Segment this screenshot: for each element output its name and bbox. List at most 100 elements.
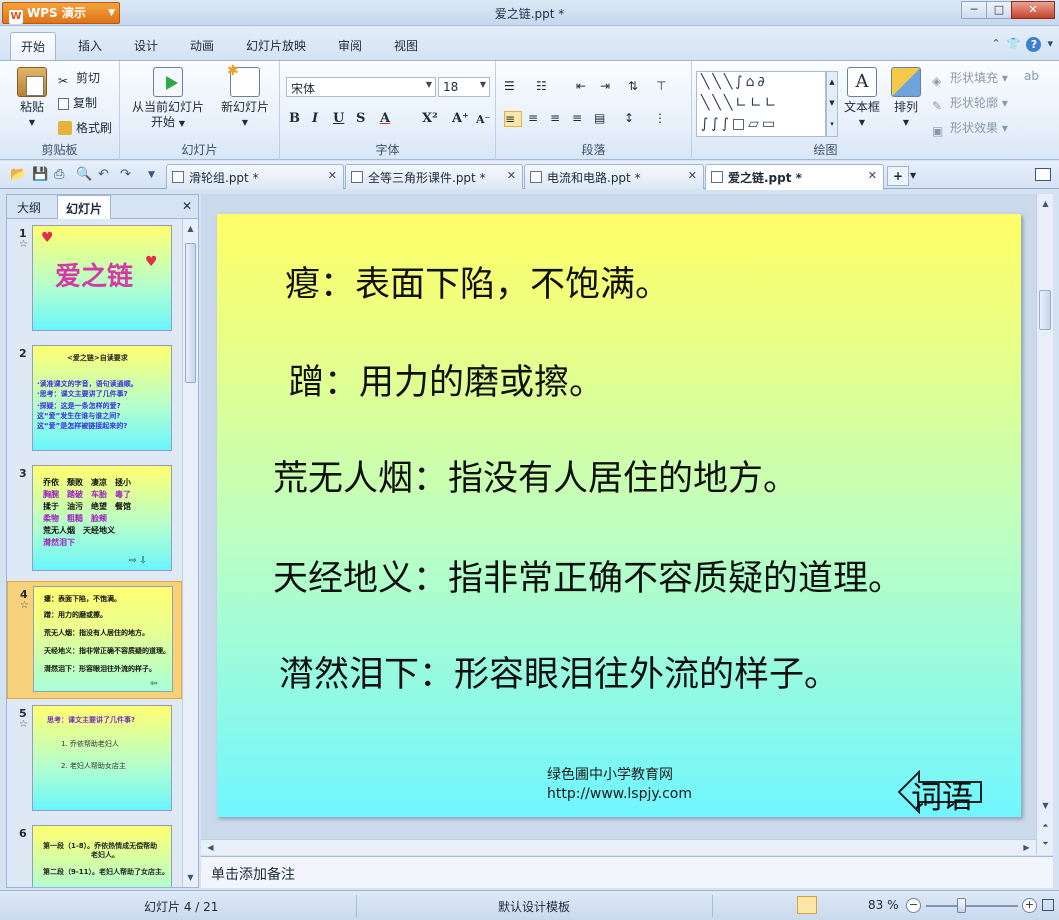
tab-view[interactable]: 视图	[394, 37, 418, 54]
scroll-right-icon[interactable]: ▶	[1019, 840, 1034, 855]
print-icon[interactable]: ⎙	[54, 167, 64, 182]
decrease-indent-icon[interactable]: ⇤	[576, 79, 594, 95]
vocab-nav-button[interactable]: 词语	[911, 772, 973, 817]
tab-animation[interactable]: 动画	[190, 37, 214, 54]
close-tab-icon[interactable]: ✕	[328, 169, 337, 182]
scroll-left-icon[interactable]: ◀	[203, 840, 218, 855]
text-shadow-button[interactable]: S	[356, 111, 365, 126]
collapse-ribbon-icon[interactable]: ⌃	[992, 37, 1001, 52]
zoom-slider-track[interactable]	[926, 905, 1018, 907]
normal-view-icon[interactable]	[797, 896, 817, 914]
shapes-gallery-scroll[interactable]: ▲ ▼ ▾	[826, 71, 838, 137]
tab-design[interactable]: 设计	[134, 37, 158, 54]
font-size-select[interactable]: 18 ▼	[438, 77, 490, 97]
numbered-list-icon[interactable]: ☷	[536, 79, 554, 95]
line-spacing-icon[interactable]: ↕	[624, 111, 642, 127]
increase-indent-icon[interactable]: ⇥	[600, 79, 618, 95]
slide-sorter-view-icon[interactable]	[820, 896, 840, 914]
slide-thumbnail-3[interactable]: 3 乔依 颓败 凄凉 拯小 胸腕 踏破 车胎 毒了 揉于 油污 绝望 餐馆 柔物…	[7, 461, 182, 579]
slideshow-view-icon[interactable]	[843, 896, 863, 914]
new-tab-button[interactable]: +	[887, 166, 909, 186]
align-text-icon[interactable]: ⊤	[656, 79, 674, 95]
slide-thumbnail-6[interactable]: 6 第一段（1-8）。乔依热情成无偿帮助 老妇人。 第二段（9-11）。老妇人帮…	[7, 821, 182, 887]
help-icon[interactable]: ?	[1026, 37, 1042, 52]
superscript-icon[interactable]: X²	[422, 111, 438, 126]
zoom-in-button[interactable]: +	[1022, 898, 1037, 913]
doc-tab-3[interactable]: 电流和电路.ppt * ✕	[524, 164, 704, 189]
tab-review[interactable]: 审阅	[338, 37, 362, 54]
minimize-button[interactable]: ─	[961, 1, 987, 19]
tab-insert[interactable]: 插入	[78, 37, 102, 54]
shapes-gallery[interactable]: ╲╲╲∫⌂∂ ╲╲╲∟∟∟ ∫∫∫□▱▭	[696, 71, 826, 137]
bullet-list-icon[interactable]: ☰	[504, 79, 522, 95]
shape-effects-button[interactable]: ▣ 形状效果 ▾	[932, 119, 1008, 138]
align-right-icon[interactable]: ≡	[550, 111, 568, 127]
window-layout-icon[interactable]	[1035, 168, 1051, 181]
slide-text-line-3[interactable]: 荒无人烟：指没有人居住的地方。	[273, 450, 798, 501]
doc-tab-4[interactable]: 爱之链.ppt * ✕	[705, 164, 884, 190]
grow-font-icon[interactable]: A⁺	[452, 111, 469, 126]
doc-tab-2[interactable]: 全等三角形课件.ppt * ✕	[345, 164, 523, 189]
scroll-down-icon[interactable]: ▼	[183, 870, 198, 885]
slide-text-line-1[interactable]: 瘪：表面下陷，不饱满。	[285, 256, 670, 307]
tab-outline[interactable]: 大纲	[17, 199, 41, 216]
skin-icon[interactable]: 👕	[1007, 37, 1021, 52]
undo-icon[interactable]: ↶	[98, 167, 109, 182]
textbox-button[interactable]: A 文本框 ▼	[842, 67, 882, 130]
current-slide[interactable]: 瘪：表面下陷，不饱满。 蹭：用力的磨或擦。 荒无人烟：指没有人居住的地方。 天经…	[217, 214, 1021, 817]
arrange-button[interactable]: 排列 ▼	[888, 67, 924, 130]
tab-slideshow[interactable]: 幻灯片放映	[246, 37, 306, 54]
format-painter-button[interactable]: 格式刷	[58, 119, 112, 136]
text-direction-icon[interactable]: ⇅	[628, 79, 646, 95]
close-window-button[interactable]: ✕	[1011, 1, 1055, 19]
shape-outline-button[interactable]: ✎ 形状轮廓 ▾	[932, 94, 1008, 113]
slide-thumbnail-1[interactable]: 1 ☆ ♥ ♥ 爱之链	[7, 221, 182, 339]
next-slide-icon[interactable]: ⏷	[1038, 836, 1053, 851]
slide-text-line-4[interactable]: 天经地义：指非常正确不容质疑的道理。	[273, 550, 903, 601]
bold-button[interactable]: B	[289, 111, 300, 126]
scroll-down-icon[interactable]: ▼	[1038, 798, 1053, 813]
zoom-slider-handle[interactable]	[957, 898, 966, 913]
slide-thumbnail-4[interactable]: 4 ☆ 瘪：表面下陷，不饱满。 蹭：用力的磨或擦。 荒无人烟：指没有人居住的地方…	[7, 581, 182, 699]
close-tab-icon[interactable]: ✕	[868, 169, 877, 182]
close-tab-icon[interactable]: ✕	[507, 169, 516, 182]
scrollbar-thumb[interactable]	[185, 243, 196, 383]
open-folder-icon[interactable]: 📂	[10, 167, 26, 182]
scrollbar-thumb[interactable]	[1039, 290, 1051, 330]
close-tab-icon[interactable]: ✕	[688, 169, 697, 182]
align-center-icon[interactable]: ≡	[528, 111, 546, 127]
save-icon[interactable]: 💾	[32, 167, 48, 182]
paste-button[interactable]: 粘贴 ▼	[10, 67, 54, 130]
help-dropdown-icon[interactable]: ▾	[1047, 37, 1053, 52]
tab-list-icon[interactable]: ▼	[910, 166, 922, 186]
align-left-icon[interactable]: ≡	[504, 111, 522, 127]
scroll-up-icon[interactable]: ▲	[1038, 196, 1053, 211]
redo-icon[interactable]: ↷	[120, 167, 131, 182]
slides-panel-scrollbar[interactable]: ▲ ▼	[182, 219, 198, 887]
notes-pane[interactable]: 单击添加备注	[201, 856, 1053, 888]
italic-button[interactable]: I	[312, 111, 318, 126]
copy-button[interactable]: 复制	[58, 94, 97, 111]
more-options-icon[interactable]: ab	[1024, 69, 1039, 83]
distribute-icon[interactable]: ▤	[594, 111, 612, 127]
print-preview-icon[interactable]: 🔍	[76, 167, 92, 182]
customize-toolbar-icon[interactable]: ▼	[148, 170, 155, 180]
maximize-button[interactable]: □	[986, 1, 1012, 19]
previous-slide-icon[interactable]: ⏶	[1038, 818, 1053, 833]
scroll-up-icon[interactable]: ▲	[183, 221, 198, 236]
shrink-font-icon[interactable]: A⁻	[476, 113, 490, 126]
justify-icon[interactable]: ≡	[572, 111, 590, 127]
fit-window-icon[interactable]	[1042, 899, 1054, 911]
shape-fill-button[interactable]: ◈ 形状填充 ▾	[932, 69, 1008, 88]
zoom-out-button[interactable]: −	[906, 898, 921, 913]
slide-text-line-2[interactable]: 蹭：用力的磨或擦。	[289, 354, 604, 405]
slide-thumbnail-2[interactable]: 2 <爱之链>自读要求 ·读准课文的字音，语句读通顺。 ·思考：课文主要讲了几件…	[7, 341, 182, 459]
slide-text-line-5[interactable]: 潸然泪下：形容眼泪往外流的样子。	[279, 646, 839, 697]
play-from-current-button[interactable]: 从当前幻灯片 开始 ▼	[128, 67, 208, 131]
cut-button[interactable]: ✂ 剪切	[58, 69, 100, 88]
tab-slides[interactable]: 幻灯片	[57, 195, 112, 219]
columns-icon[interactable]: ⋮	[654, 111, 672, 127]
slide-thumbnail-5[interactable]: 5 ☆ 思考：课文主要讲了几件事? 1. 乔依帮助老妇人 2. 老妇人帮助女店主	[7, 701, 182, 819]
font-color-button[interactable]: A	[380, 111, 390, 126]
editor-horizontal-scrollbar[interactable]: ◀ ▶	[201, 839, 1036, 855]
